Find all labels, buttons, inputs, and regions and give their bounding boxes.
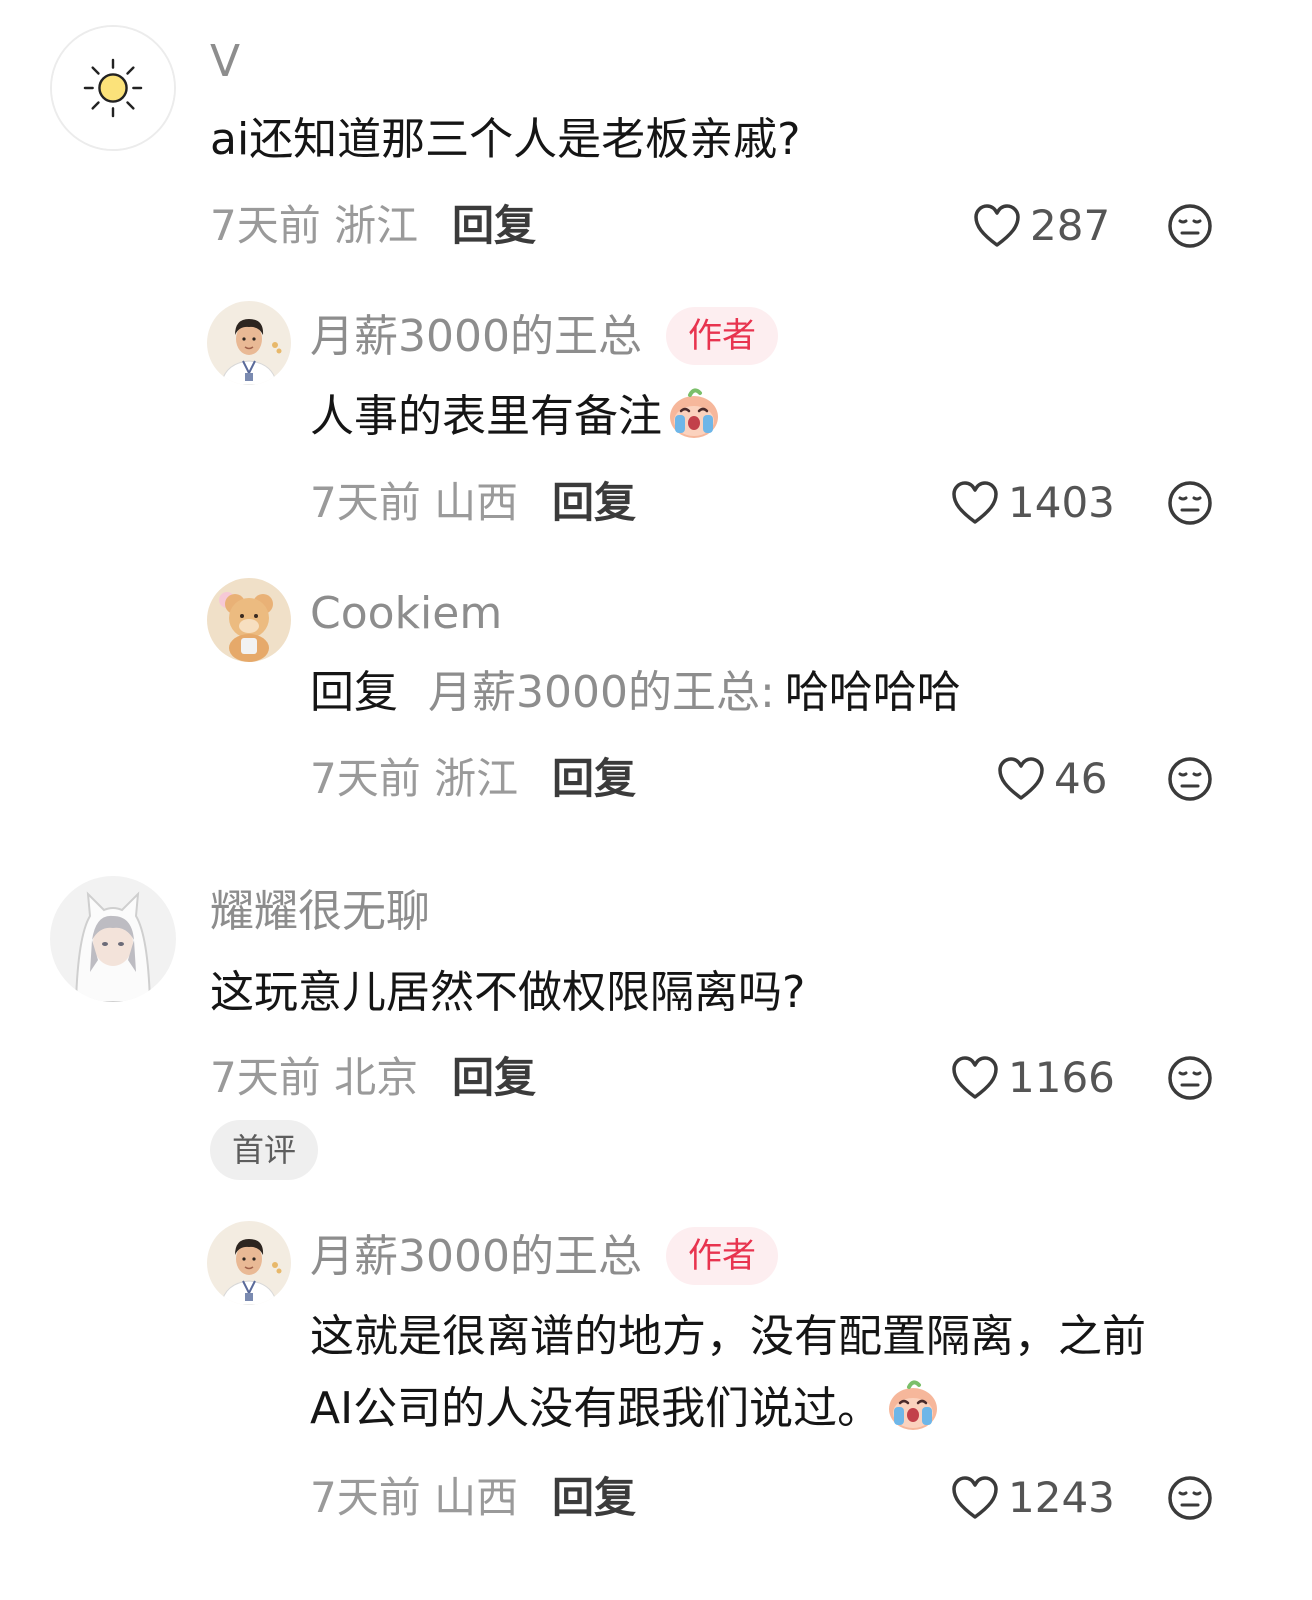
comment-time-location: 7天前 山西 [310, 1473, 519, 1522]
comment-text: 这就是很离谱的地方，没有配置隔离，之前 AI公司的人没有跟我们说过。 [310, 1301, 1146, 1445]
comment-text: 这玩意儿居然不做权限隔离吗? [210, 967, 806, 1018]
like-count: 46 [1054, 754, 1108, 803]
dislike-icon[interactable] [1167, 756, 1213, 802]
reply-prefix: 回复 [310, 667, 398, 718]
comment-text-line: 这就是很离谱的地方，没有配置隔离，之前 [310, 1311, 1146, 1362]
like-count: 1243 [1008, 1473, 1115, 1522]
comment-time-location: 7天前 浙江 [210, 201, 419, 250]
comment-text-body: 哈哈哈哈 [784, 667, 961, 718]
user-avatar[interactable] [207, 1221, 291, 1305]
comment-time-location: 7天前 山西 [310, 478, 519, 527]
reply-button[interactable]: 回复 [452, 1057, 536, 1099]
comment-time-location: 7天前 北京 [210, 1053, 419, 1102]
user-avatar[interactable] [50, 876, 176, 1002]
comment-text-body: 人事的表里有备注 [310, 391, 662, 442]
heart-icon[interactable] [950, 1055, 1000, 1101]
reply-button[interactable]: 回复 [552, 482, 636, 524]
author-badge: 作者 [666, 1227, 778, 1285]
comment-time-location: 7天前 浙江 [310, 754, 519, 803]
username[interactable]: 月薪3000的王总 [310, 1235, 642, 1279]
comment-text-body: AI公司的人没有跟我们说过。 [310, 1383, 882, 1434]
username[interactable]: Cookiem [310, 592, 502, 636]
first-comment-badge: 首评 [210, 1120, 318, 1180]
like-count: 1403 [1008, 478, 1115, 527]
reply-button[interactable]: 回复 [552, 1477, 636, 1519]
reply-button[interactable]: 回复 [552, 758, 636, 800]
author-badge: 作者 [666, 307, 778, 365]
username[interactable]: 月薪3000的王总 [310, 315, 642, 359]
like-count: 287 [1030, 201, 1111, 250]
user-avatar-v[interactable] [50, 25, 176, 151]
dislike-icon[interactable] [1167, 1475, 1213, 1521]
crying-face-icon [885, 1377, 941, 1433]
heart-icon[interactable] [996, 756, 1046, 802]
user-avatar[interactable] [207, 578, 291, 662]
username[interactable]: 耀耀很无聊 [210, 890, 430, 934]
anime-avatar-icon [50, 876, 176, 1002]
like-count: 1166 [1008, 1053, 1115, 1102]
sun-avatar-icon [52, 27, 174, 149]
comment-text: ai还知道那三个人是老板亲戚? [210, 114, 801, 165]
dislike-icon[interactable] [1167, 203, 1213, 249]
man-avatar-icon [207, 301, 291, 385]
bear-avatar-icon [207, 578, 291, 662]
user-avatar[interactable] [207, 301, 291, 385]
dislike-icon[interactable] [1167, 480, 1213, 526]
heart-icon[interactable] [972, 203, 1022, 249]
comment-text: 回复 月薪3000的王总: 哈哈哈哈 [310, 657, 961, 729]
username[interactable]: V [210, 40, 240, 84]
comment-text: 人事的表里有备注 [310, 381, 722, 453]
heart-icon[interactable] [950, 1475, 1000, 1521]
comment-text-line: AI公司的人没有跟我们说过。 [310, 1373, 1146, 1445]
reply-target-user[interactable]: 月薪3000的王总: [428, 667, 775, 718]
heart-icon[interactable] [950, 480, 1000, 526]
reply-button[interactable]: 回复 [452, 205, 536, 247]
crying-face-icon [666, 385, 722, 441]
man-avatar-icon [207, 1221, 291, 1305]
dislike-icon[interactable] [1167, 1055, 1213, 1101]
